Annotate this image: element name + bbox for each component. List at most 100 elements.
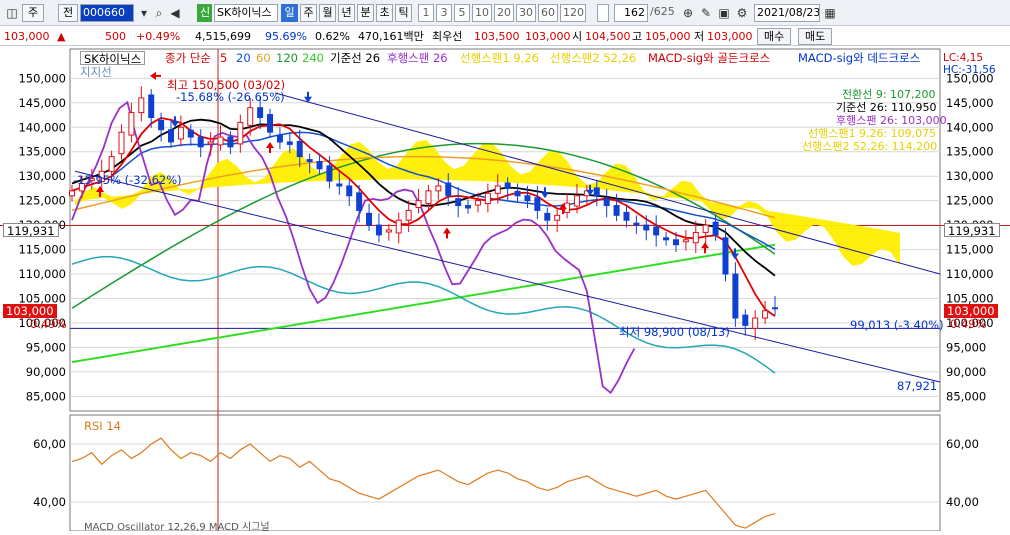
buy-button[interactable]: 매수 xyxy=(757,28,792,45)
tab-1[interactable]: 주 xyxy=(300,4,317,22)
interval-60[interactable]: 60 xyxy=(538,4,558,22)
candle-body xyxy=(514,190,521,197)
candle-body xyxy=(772,307,778,310)
legend-kijun: 기준선 26 xyxy=(330,51,381,65)
date-input[interactable]: 2021/08/23 xyxy=(754,4,820,22)
readout-chikou: 후행스팬 26: 103,000 xyxy=(836,114,947,127)
prev-button[interactable]: 전 xyxy=(58,4,78,22)
candle-body xyxy=(474,200,481,206)
candle-body xyxy=(762,310,769,319)
annotation-low-change: 99,013 (-3.40%) xyxy=(850,318,944,332)
y-tick-label: 135,000 xyxy=(946,145,994,159)
stock-name-field[interactable]: SK하이닉스 xyxy=(214,4,278,22)
y-tick-label: 150,000 xyxy=(18,71,66,85)
crosshair-price-right: 119,931 xyxy=(944,223,1000,238)
candle-body xyxy=(108,156,115,172)
tab-0[interactable]: 일 xyxy=(281,4,298,22)
interval-3[interactable]: 3 xyxy=(436,4,452,22)
y-tick-label: 125,000 xyxy=(18,194,66,208)
tab-3[interactable]: 년 xyxy=(338,4,355,22)
candle-body xyxy=(267,114,274,133)
readout-senkou1: 선행스팬1 9,26: 109,075 xyxy=(808,127,937,140)
y-tick-label: 140,000 xyxy=(18,120,66,134)
rsi-tick-label: 60,00 xyxy=(946,437,979,451)
candle-body xyxy=(554,214,561,221)
y-tick-label: 110,000 xyxy=(18,267,66,281)
legend-chikou: 후행스팬 26 xyxy=(387,51,448,65)
candle-body xyxy=(138,97,145,114)
candle-body xyxy=(732,273,739,319)
y-tick-label: 135,000 xyxy=(18,145,66,159)
candle-body xyxy=(356,192,363,211)
annotation-left-change: -15.95% (-32.62%) xyxy=(73,173,182,187)
candle-body xyxy=(296,140,303,158)
candle-body xyxy=(603,198,610,207)
interval-20[interactable]: 20 xyxy=(494,4,514,22)
y-tick-label: 125,000 xyxy=(946,194,994,208)
candle-body xyxy=(504,182,511,189)
candle-body xyxy=(286,141,293,145)
tab-4[interactable]: 분 xyxy=(357,4,374,22)
candle-body xyxy=(177,126,184,140)
save-icon[interactable]: ▣ xyxy=(716,4,732,22)
crosshair-price-left: 119,931 xyxy=(3,223,59,238)
rsi-pane-frame xyxy=(69,414,941,531)
candle-body xyxy=(217,136,224,146)
candle-body xyxy=(702,224,709,233)
legend-macd-golden: MACD-sig와 골든크로스 xyxy=(648,51,771,65)
sound-icon[interactable]: ◀ xyxy=(167,4,183,22)
stock-code-input[interactable]: 000660 xyxy=(80,4,134,22)
rsi-tick-label: 40,00 xyxy=(946,495,979,509)
dropdown-icon[interactable]: ▾ xyxy=(136,4,152,22)
interval-dropdown[interactable] xyxy=(597,4,609,22)
y-tick-label: 145,000 xyxy=(18,96,66,110)
candle-body xyxy=(415,200,422,208)
candle-body xyxy=(148,94,155,118)
interval-120[interactable]: 120 xyxy=(560,4,586,22)
candle-body xyxy=(445,182,452,197)
candle-body xyxy=(326,165,333,182)
candle-body xyxy=(494,185,501,194)
tab-6[interactable]: 틱 xyxy=(395,4,412,22)
crosshair-icon[interactable]: ⊕ xyxy=(680,4,696,22)
draw-tool-icon[interactable]: ✎ xyxy=(698,4,714,22)
interval-30[interactable]: 30 xyxy=(516,4,536,22)
legend-senkou2: 선행스팬2 52,26 xyxy=(550,51,637,65)
count-total: /625 xyxy=(650,5,675,18)
candle-body xyxy=(722,237,729,275)
trade-amount: 470,161백만 xyxy=(358,30,424,43)
candle-body xyxy=(593,187,600,197)
sell-button[interactable]: 매도 xyxy=(798,28,833,45)
calendar-icon[interactable]: ▦ xyxy=(822,4,838,22)
low-price: 103,000 xyxy=(707,30,753,43)
candle-body xyxy=(395,219,402,234)
search-icon[interactable]: ⌕ xyxy=(151,4,167,22)
annotation-channel-end: 87,921 xyxy=(897,379,938,393)
volume-ratio: 95.69% xyxy=(265,30,307,43)
period-select[interactable]: 주 xyxy=(22,4,44,22)
legend-macd-dead: MACD-sig와 데드크로스 xyxy=(798,51,921,65)
count-input[interactable]: 162 xyxy=(614,4,648,22)
candle-body xyxy=(375,224,382,236)
y-tick-label: 130,000 xyxy=(18,169,66,183)
rsi-label: RSI 14 xyxy=(84,419,121,433)
tab-5[interactable]: 초 xyxy=(376,4,393,22)
y-tick-label: 90,000 xyxy=(26,365,66,379)
interval-1[interactable]: 1 xyxy=(418,4,434,22)
candle-body xyxy=(69,190,75,197)
interval-10[interactable]: 10 xyxy=(472,4,492,22)
y-tick-label: 115,000 xyxy=(18,243,66,257)
tab-2[interactable]: 월 xyxy=(319,4,336,22)
candle-body xyxy=(237,121,244,145)
settings-icon[interactable]: ⚙ xyxy=(734,4,750,22)
price-change: 500 xyxy=(105,30,126,43)
chart-type-icon[interactable]: ◫ xyxy=(4,4,20,22)
interval-5[interactable]: 5 xyxy=(454,4,470,22)
toolbar: ◫ 주 전 000660 ▾ ⌕ ◀ 신 SK하이닉스 일주월년분초틱 1351… xyxy=(0,0,1010,26)
candle-body xyxy=(197,136,204,148)
candle-body xyxy=(465,205,472,209)
current-price: 103,000 xyxy=(4,30,50,43)
candle-body xyxy=(484,192,491,205)
y-tick-label: 95,000 xyxy=(946,340,986,354)
support-label: 지지선 xyxy=(80,65,112,79)
